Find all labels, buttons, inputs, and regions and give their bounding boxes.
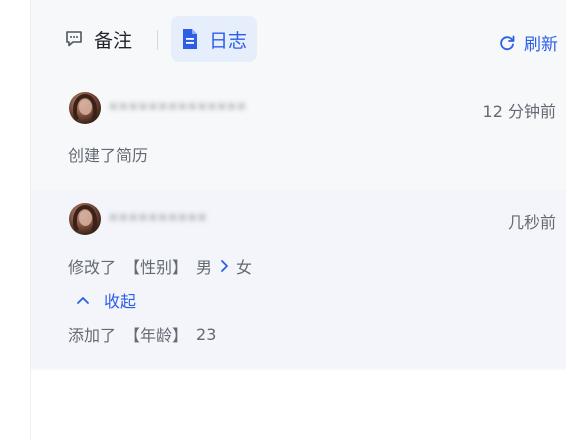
added-verb: 添加了: [68, 326, 117, 345]
collapse-label: 收起: [104, 292, 137, 311]
chevron-right-icon: [220, 259, 230, 273]
entry-timestamp: 几秒前: [507, 213, 556, 232]
tab-log[interactable]: 日志: [171, 16, 258, 62]
log-action-text: 创建了简历: [68, 146, 149, 165]
document-icon: [181, 28, 199, 50]
change-from: 男: [196, 258, 213, 277]
log-entry: •••••••••• 几秒前 修改了 【性别】 男 女 收起 添加了 【年龄】 …: [31, 190, 566, 368]
avatar: [69, 203, 101, 235]
refresh-label: 刷新: [524, 35, 558, 55]
user-name-masked: ••••••••••••••: [109, 98, 247, 116]
tab-notes-label: 备注: [94, 29, 133, 52]
change-field: 【性别】: [124, 258, 189, 277]
chevron-up-icon: [76, 295, 90, 305]
refresh-button[interactable]: 刷新: [498, 30, 558, 55]
change-verb: 修改了: [68, 258, 117, 277]
tab-log-label: 日志: [209, 29, 248, 52]
tab-notes[interactable]: 备注: [62, 16, 138, 62]
added-value: 23: [196, 324, 217, 344]
left-gutter: [0, 0, 31, 440]
user-name-masked: ••••••••••: [109, 209, 208, 227]
log-entry: •••••••••••••• 12 分钟前 创建了简历: [31, 78, 566, 186]
panel-empty-area: [31, 370, 566, 440]
comment-icon: [64, 29, 84, 49]
log-change: 修改了 【性别】 男 女: [68, 254, 260, 278]
collapse-button[interactable]: 收起: [76, 288, 136, 312]
entry-timestamp: 12 分钟前: [482, 102, 556, 121]
tab-divider: [157, 30, 158, 50]
log-action: 创建了简历: [68, 142, 156, 166]
refresh-icon: [498, 34, 516, 52]
log-added: 添加了 【年龄】 23: [68, 322, 224, 346]
page: 备注 日志 刷新 •••••••••••••• 12 分钟前 创建了简历 •••…: [0, 0, 566, 440]
avatar-face: [79, 99, 92, 115]
activity-panel: 备注 日志 刷新 •••••••••••••• 12 分钟前 创建了简历 •••…: [31, 0, 566, 440]
avatar-face: [79, 210, 92, 226]
avatar: [69, 92, 101, 124]
added-field: 【年龄】: [124, 326, 189, 345]
change-to: 女: [236, 258, 253, 277]
